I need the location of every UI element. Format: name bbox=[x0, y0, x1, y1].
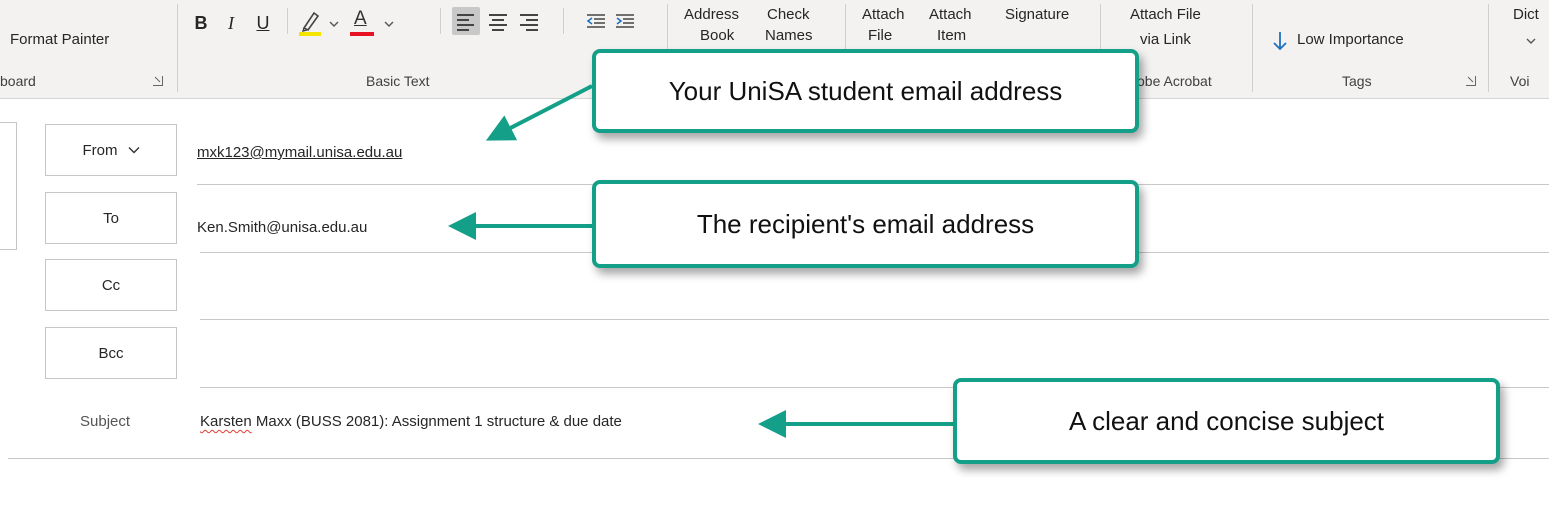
subject-callout: A clear and concise subject bbox=[953, 378, 1500, 464]
to-callout: The recipient's email address bbox=[592, 180, 1139, 268]
from-callout: Your UniSA student email address bbox=[592, 49, 1139, 133]
from-callout-arrow bbox=[485, 84, 593, 141]
